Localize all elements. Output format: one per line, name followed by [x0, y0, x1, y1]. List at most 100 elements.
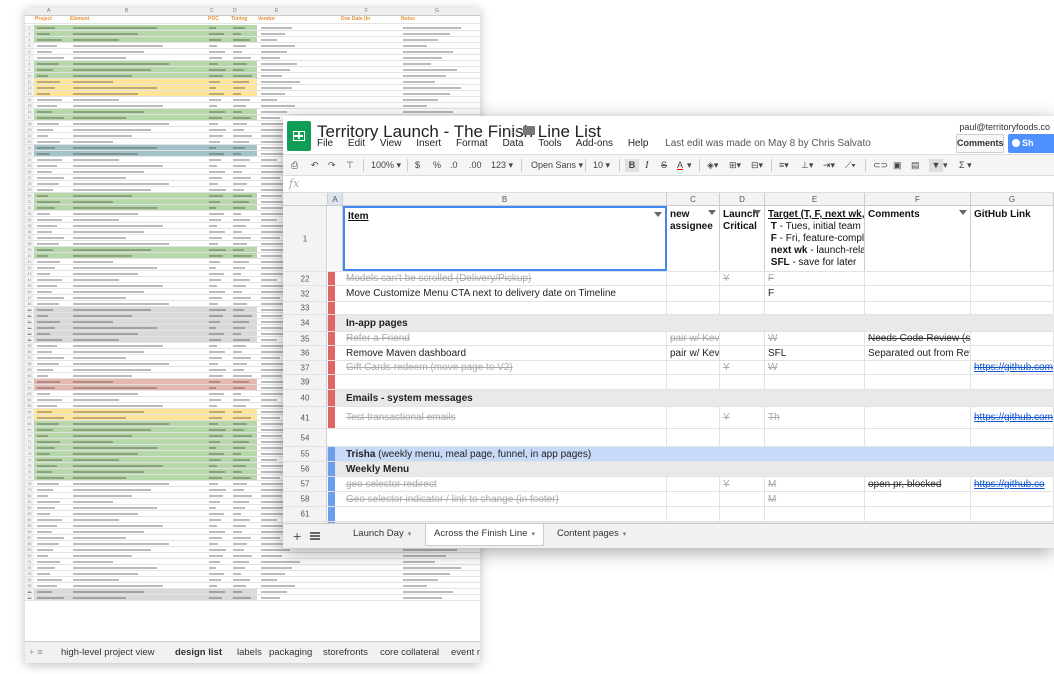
- decrease-decimal-button[interactable]: .0: [450, 159, 458, 172]
- cell-assignee[interactable]: [667, 286, 720, 301]
- sheet-tab-launch-day[interactable]: Launch Day ▾: [345, 524, 419, 546]
- cell-github[interactable]: https://github.com/powersupplyhq/PowerSu…: [971, 361, 1054, 374]
- cell-github[interactable]: [971, 492, 1054, 506]
- cell-target[interactable]: [765, 302, 865, 314]
- fill-color-icon[interactable]: ◈▾: [707, 159, 718, 172]
- cell-launch-critical[interactable]: [720, 375, 765, 389]
- row-number[interactable]: 41: [283, 407, 327, 428]
- table-row[interactable]: 40 Emails - system messages: [283, 390, 1054, 407]
- row-number[interactable]: 32: [283, 286, 327, 301]
- formula-bar[interactable]: fx: [283, 176, 1054, 193]
- cell-launch-critical[interactable]: [720, 507, 765, 521]
- cell-target[interactable]: [765, 507, 865, 521]
- filter-icon[interactable]: [753, 210, 761, 216]
- menu-data[interactable]: Data: [502, 138, 523, 149]
- insert-link-icon[interactable]: ⊂⊃: [873, 159, 888, 172]
- cell-comments[interactable]: [865, 302, 971, 314]
- column-header-c[interactable]: C: [667, 193, 720, 206]
- row-number[interactable]: 55: [283, 447, 327, 461]
- row-number[interactable]: 37: [283, 361, 327, 374]
- table-row[interactable]: 61: [283, 507, 1054, 522]
- share-button[interactable]: Sh: [1008, 134, 1054, 153]
- cell-item[interactable]: Test transactional emails: [343, 407, 667, 428]
- chevron-down-icon[interactable]: ▾: [531, 531, 535, 538]
- sheet-tab-across-finish-line[interactable]: Across the Finish Line ▾: [425, 524, 544, 546]
- header-cell-github[interactable]: GitHub Link: [971, 206, 1054, 271]
- table-row[interactable]: 33: [283, 302, 1054, 315]
- cell-comments[interactable]: [865, 286, 971, 301]
- cell-target[interactable]: Th: [765, 407, 865, 428]
- cell-item[interactable]: Gift Cards redeem (move page to V2): [343, 361, 667, 374]
- user-email[interactable]: paul@territoryfoods.co: [959, 122, 1050, 132]
- text-color-dropdown-icon[interactable]: ▾: [687, 159, 692, 172]
- row-number[interactable]: 39: [283, 375, 327, 389]
- cell-github[interactable]: [971, 429, 1054, 446]
- cell-target[interactable]: F: [765, 286, 865, 301]
- cell-github[interactable]: [971, 272, 1054, 285]
- zoom-select[interactable]: 100% ▾: [371, 159, 401, 172]
- cell-assignee[interactable]: [667, 407, 720, 428]
- paint-format-icon[interactable]: ⊤: [346, 159, 354, 172]
- corner-cell[interactable]: [283, 193, 328, 206]
- table-row[interactable]: 39: [283, 375, 1054, 390]
- sheet-tab-content-pages[interactable]: Content pages ▾: [549, 524, 634, 546]
- bg-tab-core-collateral[interactable]: core collateral: [380, 647, 439, 658]
- cell-comments[interactable]: [865, 507, 971, 521]
- cell-comments[interactable]: [865, 272, 971, 285]
- table-row[interactable]: 32 Move Customize Menu CTA next to delive…: [283, 286, 1054, 302]
- table-row[interactable]: 55 Trisha (weekly menu, meal page, funnel…: [283, 447, 1054, 462]
- cell-assignee[interactable]: [667, 429, 720, 446]
- add-sheet-icon[interactable]: +: [293, 528, 301, 544]
- cell-item[interactable]: [343, 507, 667, 521]
- row-number[interactable]: 22: [283, 272, 327, 285]
- cell-launch-critical[interactable]: Y: [720, 361, 765, 374]
- table-row[interactable]: 56 Weekly Menu: [283, 462, 1054, 477]
- filter-icon[interactable]: [654, 212, 662, 218]
- vertical-align-icon[interactable]: ⊥▾: [801, 159, 813, 172]
- bg-tab-labels[interactable]: labels: [237, 647, 262, 658]
- section-heading[interactable]: In-app pages: [343, 315, 1054, 331]
- bg-tab-event-materials[interactable]: event materials: [451, 647, 480, 658]
- cell-comments[interactable]: [865, 429, 971, 446]
- cell-assignee[interactable]: [667, 272, 720, 285]
- menu-view[interactable]: View: [380, 138, 402, 149]
- merge-cells-icon[interactable]: ⊟▾: [751, 159, 763, 172]
- all-sheets-icon[interactable]: [310, 532, 320, 540]
- table-row[interactable]: 22 Models can't be scrolled (Delivery/Pic…: [283, 272, 1054, 286]
- section-heading[interactable]: Emails - system messages: [343, 390, 1054, 406]
- table-row[interactable]: 58 Geo selector indicator / link to chang…: [283, 492, 1054, 507]
- font-size-select[interactable]: 10 ▾: [593, 159, 610, 172]
- column-header-a[interactable]: A: [328, 193, 343, 206]
- cell-launch-critical[interactable]: [720, 286, 765, 301]
- spreadsheet-grid[interactable]: A B C D E F G 1 Item new assignee Launch…: [283, 193, 1054, 523]
- filter-icon[interactable]: [959, 210, 967, 216]
- table-row[interactable]: 57 geo selector redirect Y Mopen pr, blocke…: [283, 477, 1054, 492]
- cell-launch-critical[interactable]: [720, 332, 765, 345]
- column-header-g[interactable]: G: [971, 193, 1054, 206]
- cell-launch-critical[interactable]: Y: [720, 477, 765, 491]
- column-header-b[interactable]: B: [343, 193, 667, 206]
- number-format-select[interactable]: 123 ▾: [491, 159, 513, 172]
- cell-assignee[interactable]: [667, 375, 720, 389]
- cell-github[interactable]: [971, 332, 1054, 345]
- cell-comments[interactable]: open pr, blocked: [865, 477, 971, 491]
- chevron-down-icon[interactable]: ▾: [408, 531, 412, 538]
- bg-add-sheet-icon[interactable]: + ≡: [29, 647, 43, 658]
- cell-item[interactable]: Geo selector indicator / link to change …: [343, 492, 667, 506]
- cell-github[interactable]: [971, 346, 1054, 360]
- table-row[interactable]: 36 Remove Maven dashboardpair w/ Kevin SFL…: [283, 346, 1054, 361]
- cell-target[interactable]: M: [765, 477, 865, 491]
- bold-button[interactable]: B: [625, 159, 639, 172]
- bg-tab-storefronts[interactable]: storefronts: [323, 647, 368, 658]
- cell-item[interactable]: Remove Maven dashboard: [343, 346, 667, 360]
- cell-item[interactable]: [343, 375, 667, 389]
- bg-tab-packaging[interactable]: packaging: [269, 647, 312, 658]
- text-wrap-icon[interactable]: ⇥▾: [823, 159, 835, 172]
- row-number[interactable]: 58: [283, 492, 327, 506]
- cell-assignee[interactable]: [667, 507, 720, 521]
- menu-edit[interactable]: Edit: [348, 138, 365, 149]
- cell-target[interactable]: F: [765, 272, 865, 285]
- cell-assignee[interactable]: [667, 302, 720, 314]
- insert-comment-icon[interactable]: ▣: [893, 159, 902, 172]
- cell-target[interactable]: [765, 375, 865, 389]
